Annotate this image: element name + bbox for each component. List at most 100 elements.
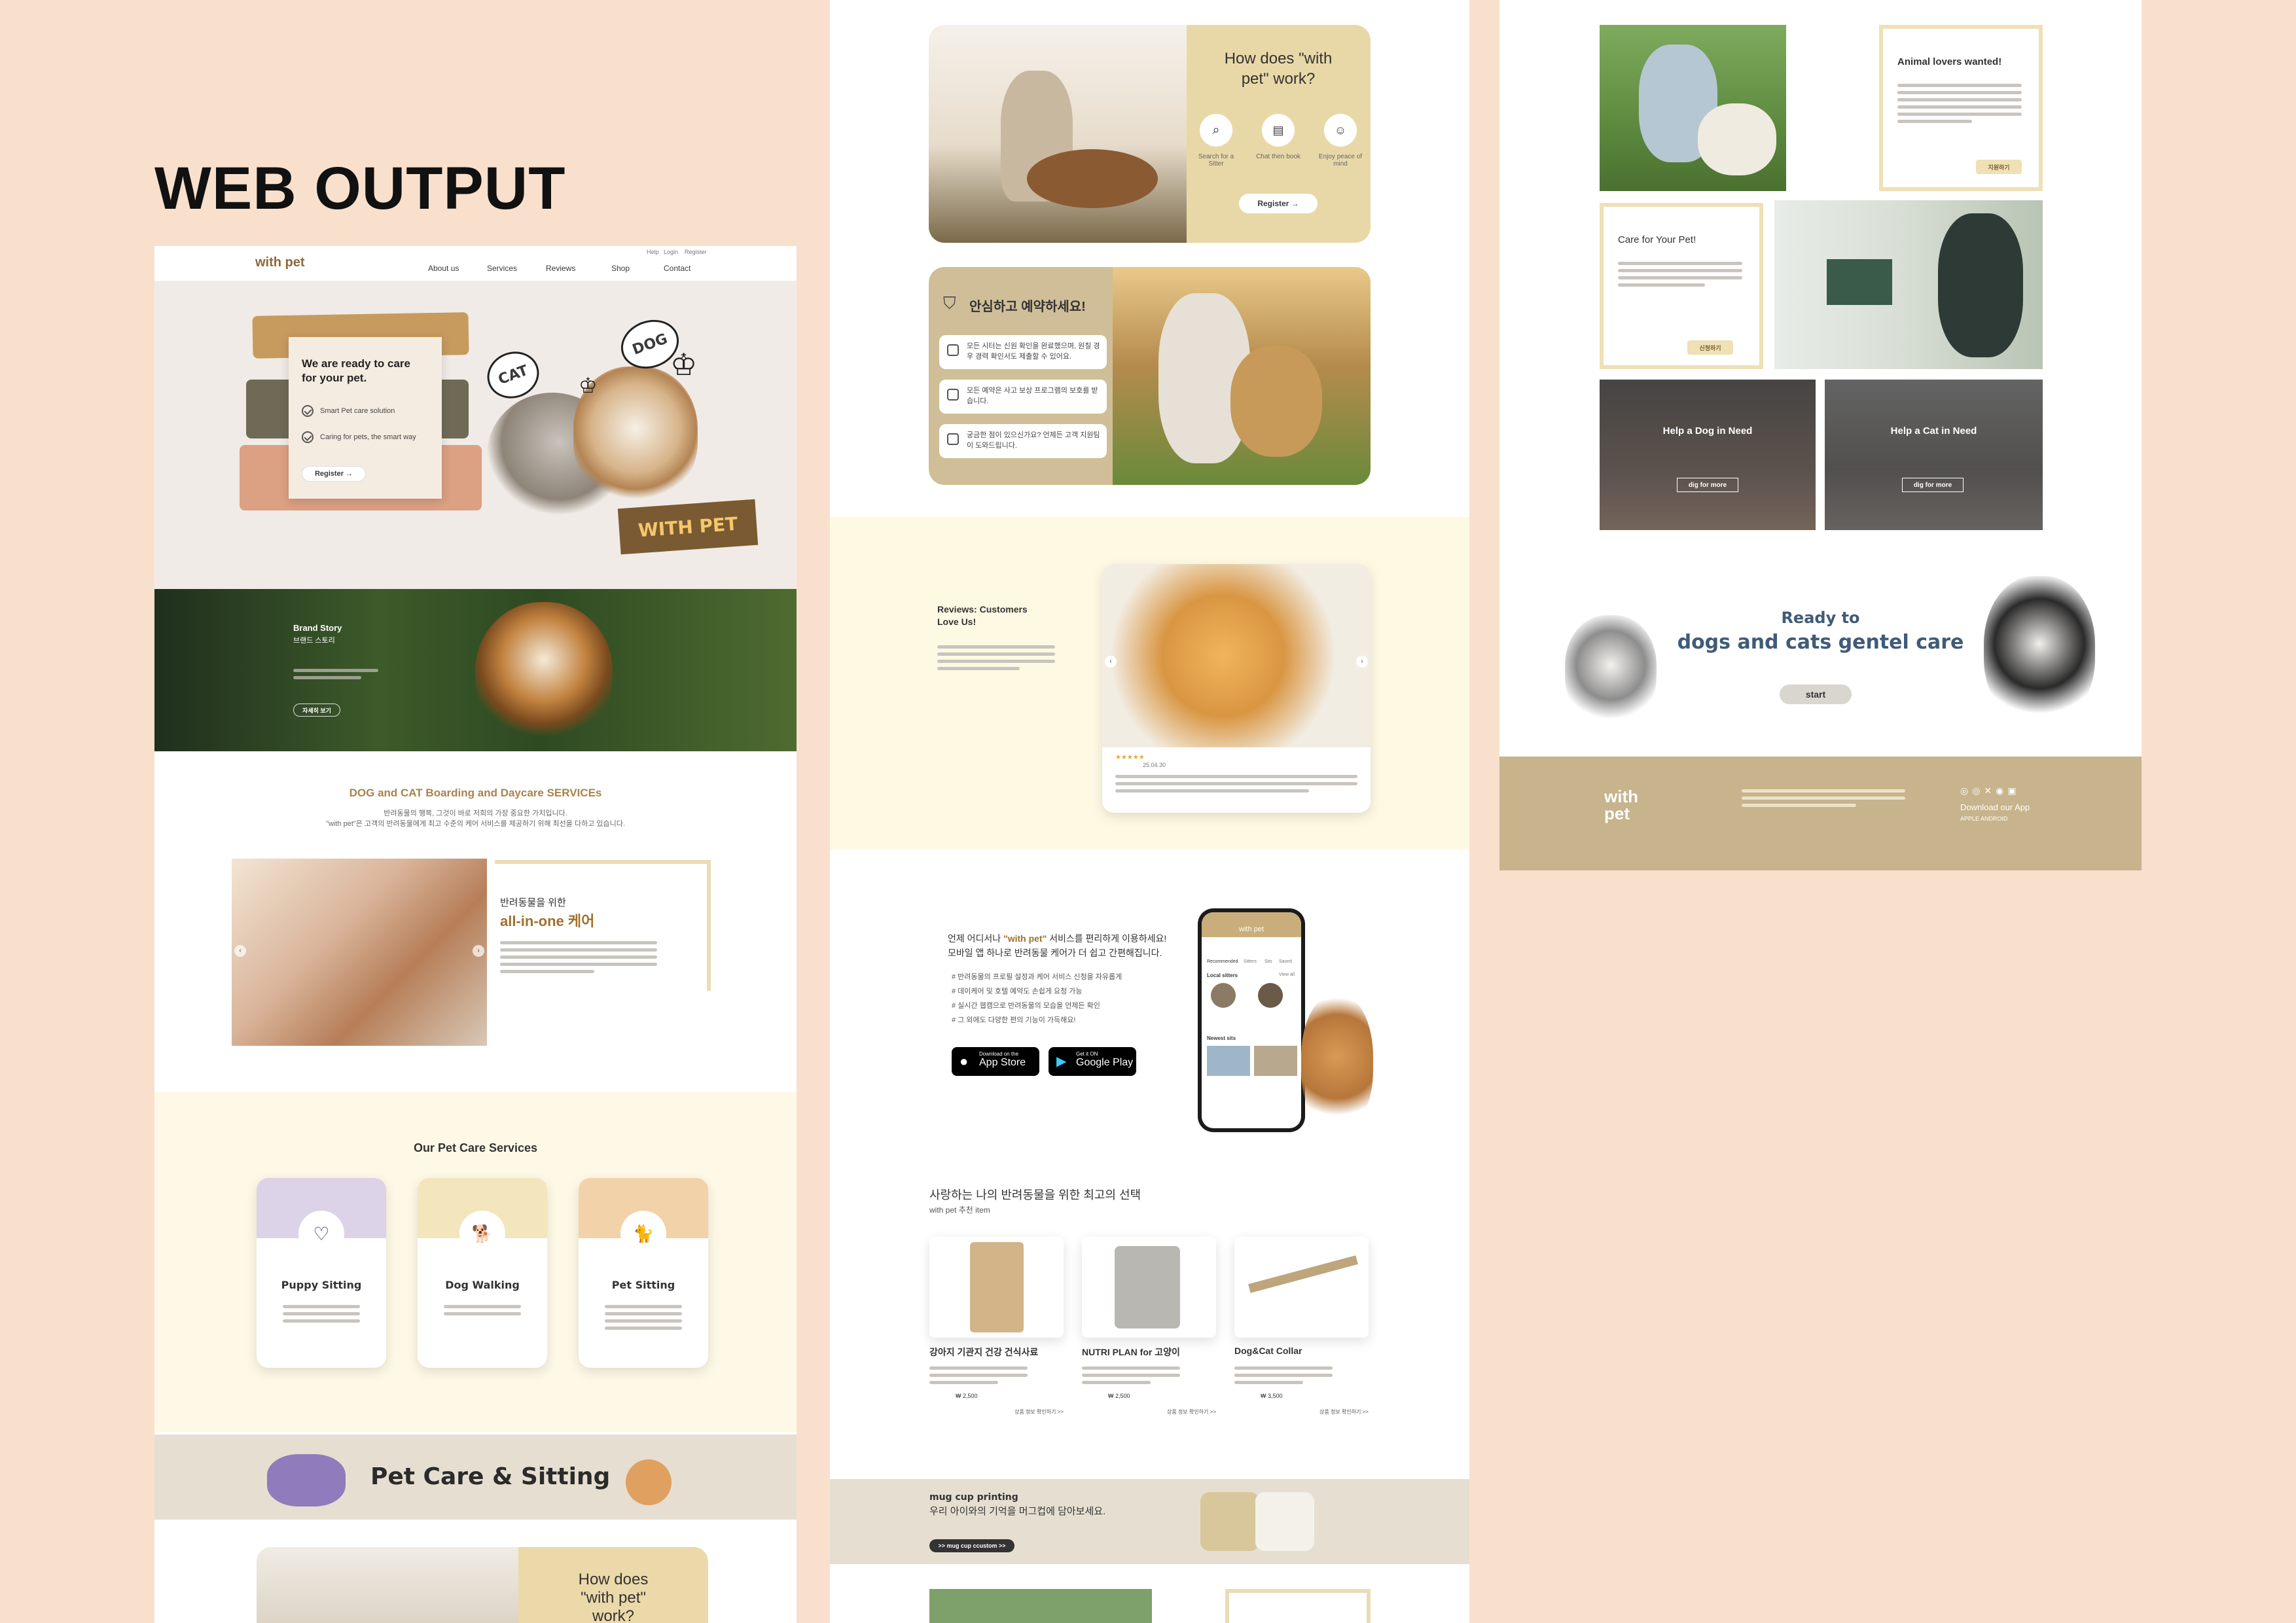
nav-reviews[interactable]: Reviews [546,264,575,273]
step-search: Search for a Sitter [1198,153,1234,168]
help-cat-photo: Help a Cat in Need dig for more [1825,380,2043,530]
help-dog-button[interactable]: dig for more [1677,478,1738,492]
allinone-kicker: 반려동물을 위한 [500,897,566,908]
logo[interactable]: with pet [255,255,305,270]
ready-start-button[interactable]: start [1780,685,1852,704]
how-register-button[interactable]: Register → [1239,194,1318,213]
footer-social-icons[interactable]: ◎◎✕◉▣ [1960,785,2020,796]
pomeranian-photo [1102,564,1371,747]
google-play-icon: ▶ [1056,1054,1067,1069]
product-price-2: ₩ 2,500 [1108,1393,1130,1399]
phone-tab-sitters[interactable]: Sitters [1244,959,1257,964]
man-with-dog-desk-photo [1774,200,2043,369]
check-square-icon [947,344,959,356]
app-bullet-1: # 반려동물의 프로필 설정과 케어 서비스 신청을 자유롭게 [952,973,1122,981]
product-link-1[interactable]: 상품 정보 확인하기 >> [1014,1408,1064,1416]
footer-download[interactable]: Download our App [1960,802,2030,812]
web-panel-left: with pet Help Login Register About us Se… [154,246,797,1623]
brand-story-subtitle: 브랜드 스토리 [293,637,335,645]
service-name-walking: Dog Walking [445,1279,520,1291]
review-text [1115,775,1357,796]
brand-story-more-button[interactable]: 자세히 보기 [293,704,340,717]
carousel-prev-icon[interactable]: ‹ [234,945,246,957]
service-card-walking[interactable]: 🐕 Dog Walking [418,1178,547,1368]
footer: with pet ◎◎✕◉▣ Download our App APPLE AN… [1499,757,2142,870]
carousel-next-icon[interactable]: › [473,945,484,957]
hero-check-1: Smart Pet care solution [302,405,395,417]
review-card[interactable]: ‹ › ★★★★★ 25.04.30 [1102,564,1371,813]
care-for-pet-apply-button[interactable]: 신청하기 [1687,340,1733,355]
mug-custom-button[interactable]: >> mug cup ccustom >> [929,1539,1014,1552]
phone-tab-saved[interactable]: Saved [1279,959,1292,964]
bottom-photo-preview [929,1589,1152,1623]
top-link-login[interactable]: Login [664,249,678,255]
review-next-icon[interactable]: › [1356,656,1368,668]
app-bullet-3: # 실시간 웹캠으로 반려동물의 모습을 언제든 확인 [952,1002,1100,1010]
animal-lovers-apply-button[interactable]: 지원하기 [1976,160,2022,174]
phone-tab-recommended[interactable]: Recommended [1207,959,1238,964]
product-image-3 [1234,1237,1369,1338]
allinone-text [500,941,657,977]
animal-lovers-text [1897,84,2022,127]
care-for-pet-title: Care for Your Pet! [1618,234,1696,245]
laptop-figure [1827,259,1892,305]
sitter-avatar [1211,983,1236,1008]
safe-title: 안심하고 예약하세요! [969,300,1086,314]
google-play-button[interactable]: ▶ Get it ON Google Play [1049,1047,1136,1076]
beagle-photo [475,602,613,746]
service-name-puppy: Puppy Sitting [281,1279,362,1291]
dog-figure [1027,149,1158,208]
nav-services[interactable]: Services [487,264,517,273]
man-figure [1938,213,2023,357]
crown-icon: ♔ [670,348,698,382]
hero-card: We are ready to care for your pet. Smart… [289,337,442,499]
hero-check-2: Caring for pets, the smart way [302,431,416,443]
nav-contact[interactable]: Contact [664,264,691,273]
shield-icon: ⛉ [943,293,956,313]
nav-shop[interactable]: Shop [611,264,630,273]
top-link-register[interactable]: Register [685,249,707,255]
product-3[interactable]: Dog&Cat Collar ₩ 3,500 상품 정보 확인하기 >> [1234,1237,1369,1420]
jumping-cat-photo [1301,995,1373,1132]
web-panel-middle: How does "with pet" work? ⌕ ▤ ☺ Search f… [830,0,1469,1623]
help-dog-photo: Help a Dog in Need dig for more [1600,380,1816,530]
dog-figure [1698,103,1776,175]
nav-about[interactable]: About us [428,264,459,273]
services-intro-line1: 반려동물의 행복, 그것이 바로 저희의 가장 중요한 가치입니다. [384,810,567,817]
cat-dog-icon: 🐈 [620,1211,666,1257]
product-2[interactable]: NUTRI PLAN for 고양이 ₩ 2,500 상품 정보 확인하기 >> [1082,1237,1216,1420]
hero-register-button[interactable]: Register → [302,466,366,482]
bottom-card-preview [1225,1589,1371,1623]
phone-view-all[interactable]: View all [1279,972,1295,977]
navbar: with pet Help Login Register About us Se… [154,246,797,281]
help-dog-title: Help a Dog in Need [1662,425,1753,437]
footer-logo[interactable]: with pet [1604,788,1650,822]
shop-title: 사랑하는 나의 반려동물을 위한 최고의 선택 [929,1188,1141,1202]
help-cat-title: Help a Cat in Need [1890,425,1977,437]
help-cat-button[interactable]: dig for more [1902,478,1964,492]
girl-puppy-photo: ‹ › [232,859,487,1046]
product-link-2[interactable]: 상품 정보 확인하기 >> [1167,1408,1216,1416]
product-image-1 [929,1237,1064,1338]
service-card-petsitting[interactable]: 🐈 Pet Sitting [579,1178,708,1368]
chat-icon: ▤ [1262,114,1295,147]
footer-stores[interactable]: APPLE ANDROID [1960,815,2008,822]
app-store-button[interactable]: ● Download on the App Store [952,1047,1039,1076]
product-1[interactable]: 강아지 기관지 건강 건식사료 ₩ 2,500 상품 정보 확인하기 >> [929,1237,1064,1420]
how-title-left: How does "with pet" work? [578,1571,649,1623]
animal-lovers-card: Animal lovers wanted! 지원하기 [1879,25,2043,191]
ready-line-1: Ready to [1781,609,1860,627]
service-card-puppy[interactable]: ♡ Puppy Sitting [257,1178,386,1368]
product-image-2 [1082,1237,1216,1338]
care-services-section: Our Pet Care Services ♡ Puppy Sitting 🐕 … [154,1092,797,1432]
product-desc-3 [1234,1366,1333,1388]
top-link-help[interactable]: Help [647,249,659,255]
care-for-pet-card: Care for Your Pet! 신청하기 [1600,203,1763,369]
safe-item-3: 궁금한 점이 있으신가요? 언제든 고객 지원팀이 도와드립니다. [939,424,1107,458]
how-title: How does "with pet" work? [1224,50,1333,88]
review-prev-icon[interactable]: ‹ [1105,656,1117,668]
product-link-3[interactable]: 상품 정보 확인하기 >> [1319,1408,1369,1416]
phone-tab-sits[interactable]: Sits [1265,959,1272,964]
mug-photo [1200,1492,1259,1551]
woman-dog-photo [1113,267,1371,485]
